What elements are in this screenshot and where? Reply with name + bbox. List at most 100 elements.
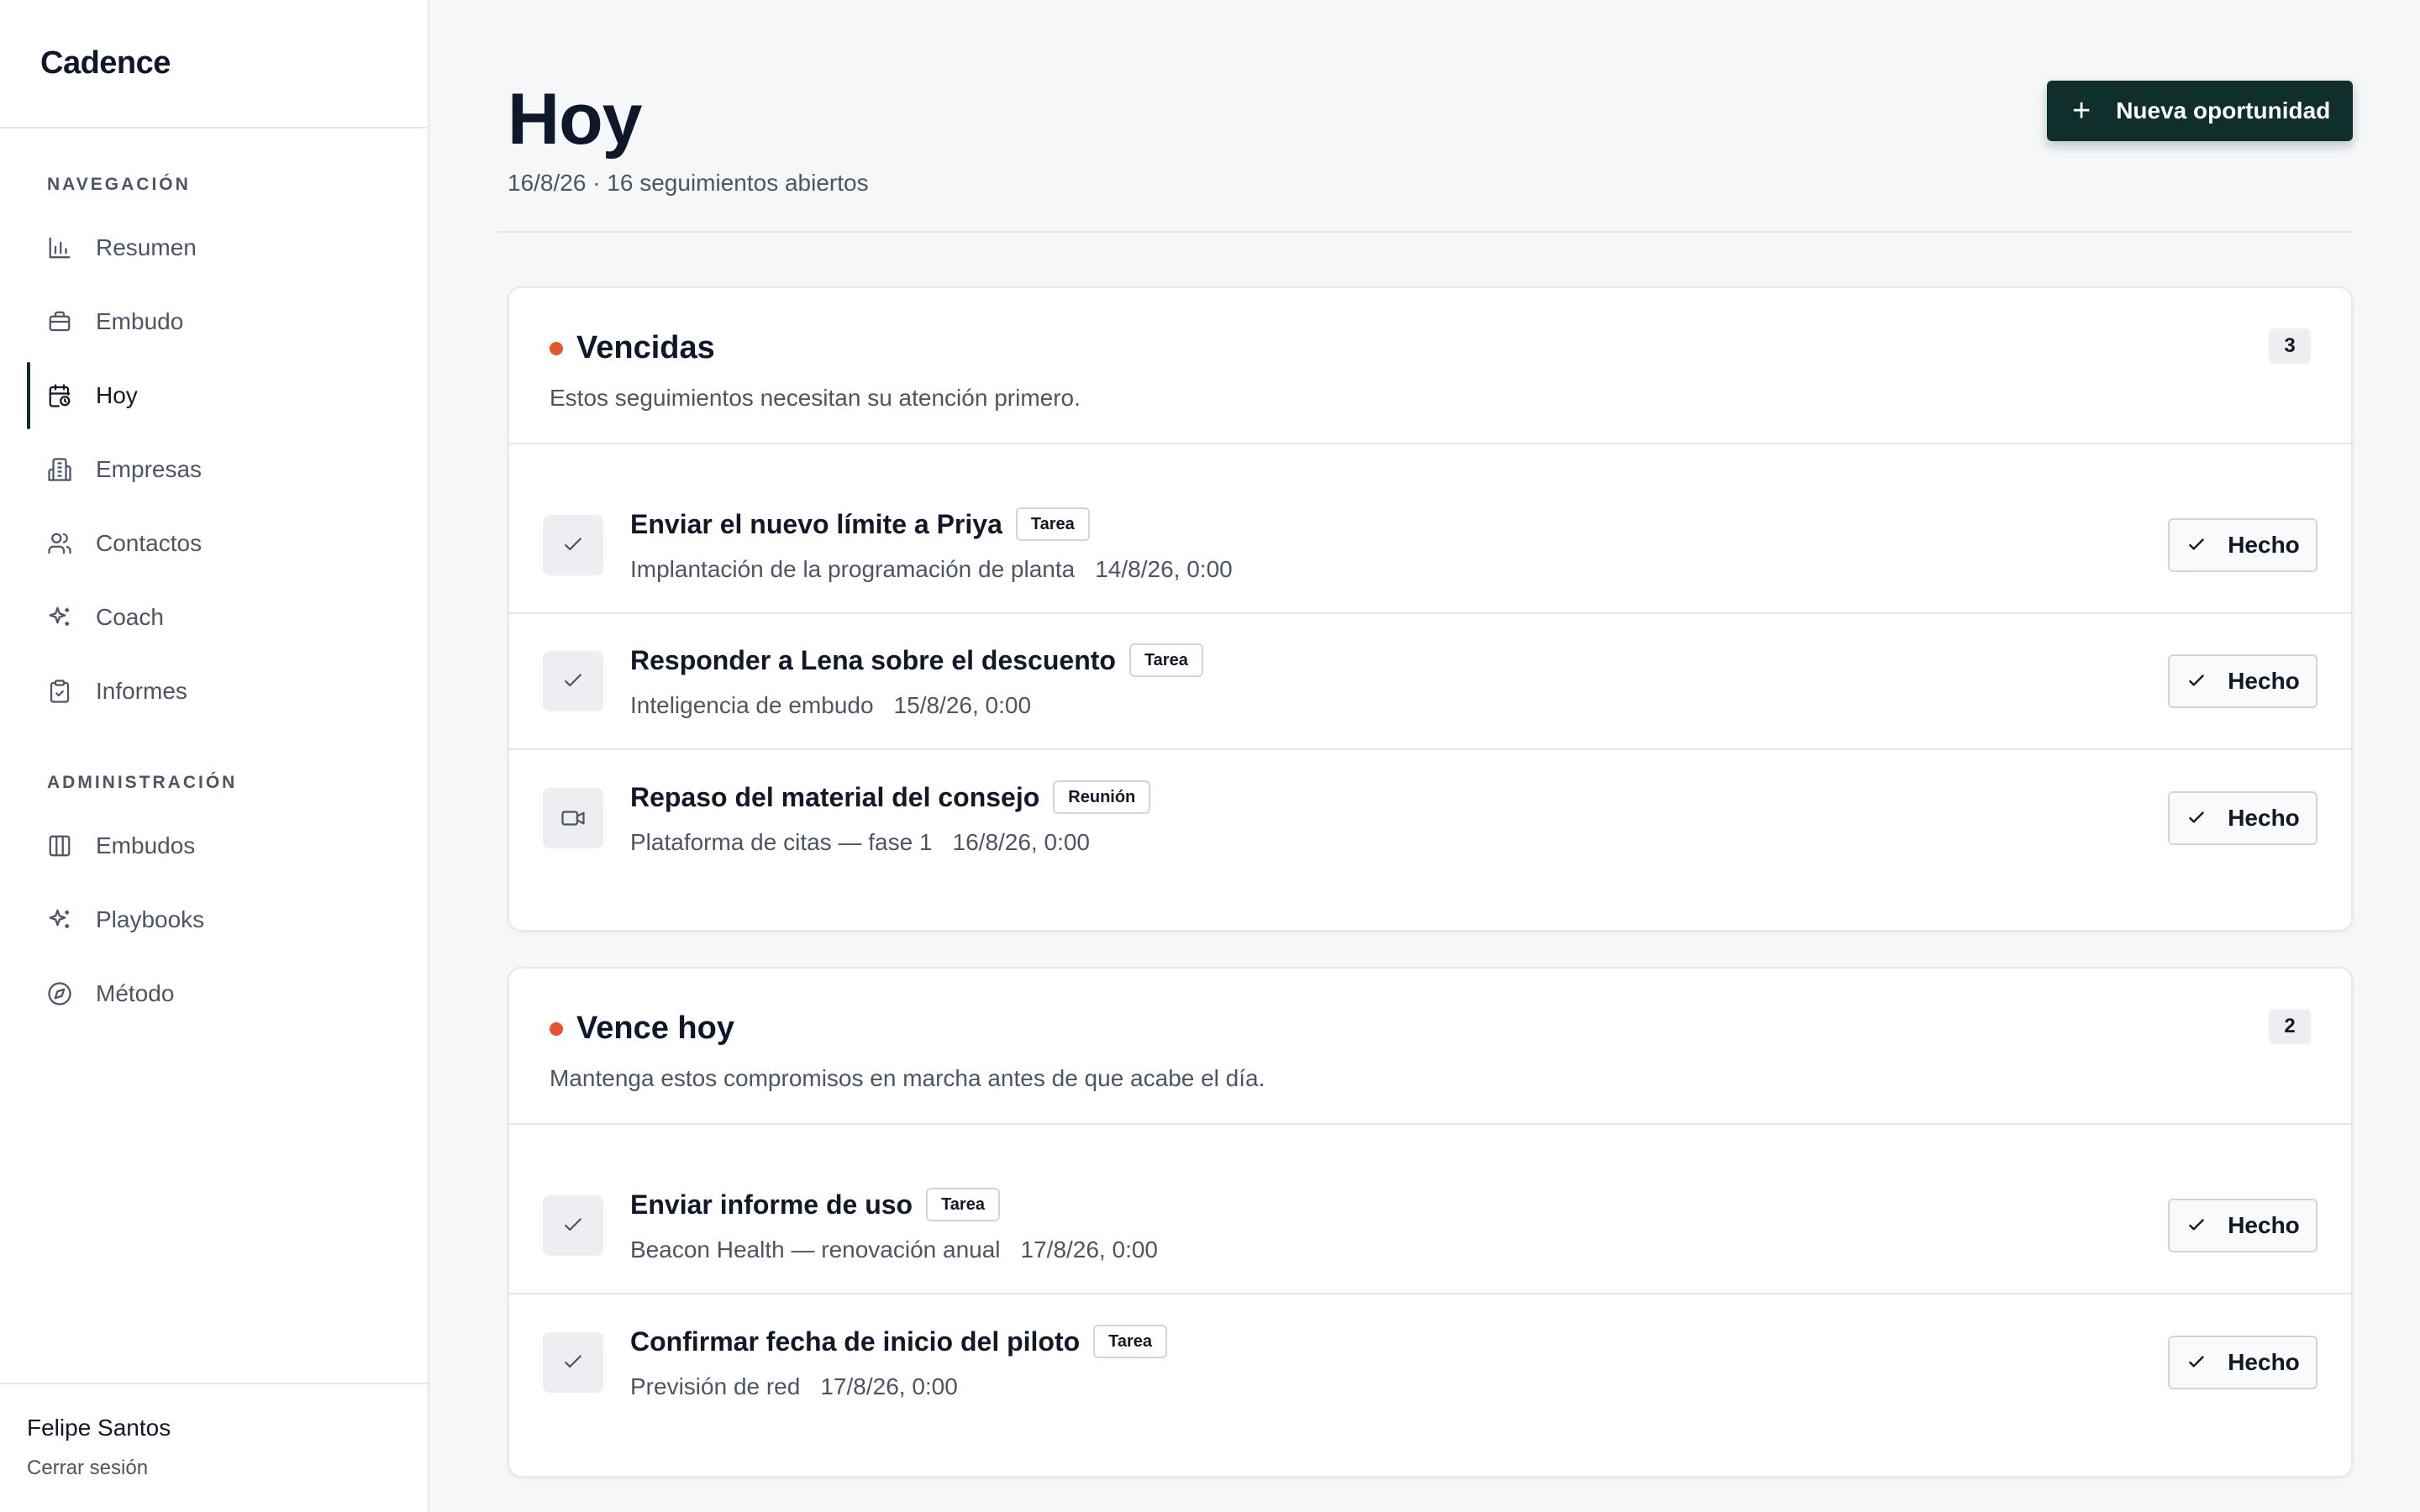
sidebar-item-label: Embudos — [96, 832, 196, 858]
sidebar-item-label: Informes — [96, 678, 187, 704]
count-badge: 3 — [2269, 328, 2311, 364]
check-icon — [2189, 1219, 2204, 1231]
count-badge: 2 — [2269, 1009, 2311, 1044]
sidebar-item-playbooks[interactable]: Playbooks — [27, 883, 428, 957]
task-date: 15/8/26, 0:00 — [893, 692, 1032, 718]
status-dot — [550, 341, 563, 355]
sidebar-item-metodo[interactable]: Método — [27, 957, 428, 1031]
check-icon[interactable] — [543, 515, 603, 575]
sidebar-item-label: Resumen — [96, 234, 197, 260]
sidebar: Cadence NAVEGACIÓN Resumen Embudo Hoy Em… — [0, 0, 429, 1512]
task-type-tag: Tarea — [1093, 1325, 1168, 1358]
section-header: Vencidas Estos seguimientos necesitan su… — [509, 288, 2351, 444]
user-name: Felipe Santos — [27, 1415, 171, 1441]
sidebar-item-label: Empresas — [96, 456, 203, 482]
sidebar-item-contactos[interactable]: Contactos — [27, 507, 428, 580]
section-title: Vence hoy — [576, 1011, 734, 1046]
nav-section-title: NAVEGACIÓN — [47, 175, 191, 194]
briefcase-icon — [47, 309, 72, 334]
sidebar-item-resumen[interactable]: Resumen — [27, 211, 428, 285]
done-label: Hecho — [2228, 1349, 2300, 1375]
task-date: 16/8/26, 0:00 — [952, 829, 1090, 855]
task-context: Inteligencia de embudo — [630, 692, 874, 718]
sidebar-item-embudos[interactable]: Embudos — [27, 809, 428, 883]
task-type-tag: Reunión — [1053, 780, 1151, 814]
task-title[interactable]: Enviar informe de uso — [630, 1189, 913, 1221]
task-row: Enviar informe de uso Tarea Beacon Healt… — [509, 1158, 2351, 1294]
task-type-tag: Tarea — [926, 1188, 1000, 1221]
sparkles-icon — [47, 605, 72, 630]
page-title: Hoy — [508, 79, 642, 160]
section-title: Vencidas — [576, 330, 715, 365]
done-label: Hecho — [2228, 805, 2300, 831]
status-dot — [550, 1021, 563, 1036]
section-due-today: Vence hoy Mantenga estos compromisos en … — [508, 967, 2353, 1478]
task-title[interactable]: Repaso del material del consejo — [630, 782, 1039, 813]
video-icon[interactable] — [543, 788, 603, 848]
task-date: 14/8/26, 0:00 — [1095, 556, 1233, 582]
new-opportunity-label: Nueva oportunidad — [2116, 97, 2331, 123]
task-context: Plataforma de citas — fase 1 — [630, 829, 933, 855]
task-row: Responder a Lena sobre el descuento Tare… — [509, 614, 2351, 750]
sidebar-item-empresas[interactable]: Empresas — [27, 433, 428, 507]
new-opportunity-button[interactable]: + Nueva oportunidad — [2047, 81, 2353, 141]
sidebar-item-informes[interactable]: Informes — [27, 654, 428, 728]
plus-icon: + — [2072, 93, 2091, 129]
done-button[interactable]: Hecho — [2168, 1336, 2317, 1389]
done-label: Hecho — [2228, 532, 2300, 558]
sidebar-item-label: Playbooks — [96, 906, 205, 932]
user-box: Felipe Santos Cerrar sesión — [0, 1383, 428, 1512]
task-context: Beacon Health — renovación anual — [630, 1236, 1001, 1263]
section-description: Mantenga estos compromisos en marcha ant… — [550, 1065, 1265, 1091]
section-header: Vence hoy Mantenga estos compromisos en … — [509, 969, 2351, 1125]
done-label: Hecho — [2228, 1212, 2300, 1238]
task-title[interactable]: Confirmar fecha de inicio del piloto — [630, 1326, 1080, 1357]
task-title[interactable]: Enviar el nuevo límite a Priya — [630, 509, 1002, 540]
brand: Cadence — [0, 0, 428, 129]
done-button[interactable]: Hecho — [2168, 654, 2317, 708]
task-row: Repaso del material del consejo Reunión … — [509, 750, 2351, 886]
sidebar-item-embudo[interactable]: Embudo — [27, 285, 428, 359]
sparkles-icon — [47, 907, 72, 932]
calendar-clock-icon — [47, 383, 72, 408]
check-icon[interactable] — [543, 1332, 603, 1393]
check-icon — [2189, 538, 2204, 550]
section-overdue: Vencidas Estos seguimientos necesitan su… — [508, 286, 2353, 932]
task-date: 17/8/26, 0:00 — [1020, 1236, 1158, 1263]
check-icon — [2189, 811, 2204, 823]
clipboard-check-icon — [47, 679, 72, 704]
task-row: Enviar el nuevo límite a Priya Tarea Imp… — [509, 478, 2351, 614]
task-date: 17/8/26, 0:00 — [820, 1373, 958, 1399]
compass-icon — [47, 981, 72, 1006]
done-button[interactable]: Hecho — [2168, 518, 2317, 572]
sidebar-item-label: Coach — [96, 604, 164, 630]
app-shell: Cadence NAVEGACIÓN Resumen Embudo Hoy Em… — [0, 0, 2420, 1512]
users-icon — [47, 531, 72, 556]
nav-section: NAVEGACIÓN Resumen Embudo Hoy Empresas C… — [0, 172, 428, 1031]
logout-link[interactable]: Cerrar sesión — [27, 1457, 428, 1480]
brand-logo[interactable]: Cadence — [40, 45, 171, 81]
page-subtitle: 16/8/26 · 16 seguimientos abiertos — [508, 170, 869, 196]
sidebar-item-label: Hoy — [96, 382, 138, 408]
check-icon[interactable] — [543, 651, 603, 711]
done-label: Hecho — [2228, 668, 2300, 694]
sidebar-item-hoy[interactable]: Hoy — [27, 359, 428, 433]
task-title[interactable]: Responder a Lena sobre el descuento — [630, 645, 1116, 676]
task-type-tag: Tarea — [1015, 507, 1090, 541]
sidebar-item-label: Método — [96, 980, 175, 1006]
task-context: Previsión de red — [630, 1373, 801, 1399]
task-row: Confirmar fecha de inicio del piloto Tar… — [509, 1294, 2351, 1431]
task-context: Implantación de la programación de plant… — [630, 556, 1076, 582]
sidebar-item-label: Contactos — [96, 530, 203, 556]
sidebar-item-coach[interactable]: Coach — [27, 580, 428, 654]
main-content: Hoy 16/8/26 · 16 seguimientos abiertos +… — [429, 0, 2420, 1512]
done-button[interactable]: Hecho — [2168, 791, 2317, 845]
admin-section-title: ADMINISTRACIÓN — [47, 773, 238, 792]
check-icon — [2189, 675, 2204, 686]
bar-chart-icon — [47, 235, 72, 260]
done-button[interactable]: Hecho — [2168, 1199, 2317, 1252]
section-description: Estos seguimientos necesitan su atención… — [550, 385, 1081, 411]
check-icon[interactable] — [543, 1195, 603, 1256]
columns-icon — [47, 833, 72, 858]
task-type-tag: Tarea — [1128, 643, 1203, 677]
